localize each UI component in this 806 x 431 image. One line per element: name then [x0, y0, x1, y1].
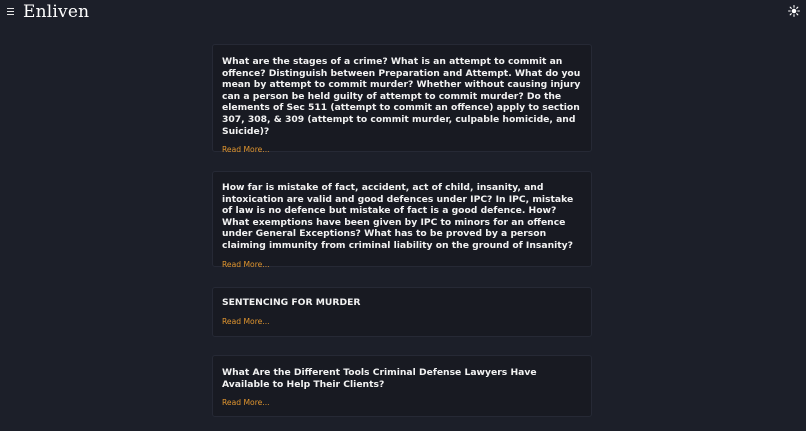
post-title[interactable]: What are the stages of a crime? What is …: [222, 56, 582, 137]
sun-icon[interactable]: [788, 5, 800, 17]
post-title[interactable]: SENTENCING FOR MURDER: [222, 297, 582, 309]
read-more-link[interactable]: Read More...: [222, 260, 270, 270]
post-card: SENTENCING FOR MURDER Read More...: [212, 287, 592, 337]
site-brand[interactable]: Enliven: [23, 0, 89, 24]
read-more-link[interactable]: Read More...: [222, 398, 270, 408]
post-card: What Are the Different Tools Criminal De…: [212, 355, 592, 417]
read-more-link[interactable]: Read More...: [222, 145, 270, 155]
post-title[interactable]: How far is mistake of fact, accident, ac…: [222, 182, 582, 252]
post-card: How far is mistake of fact, accident, ac…: [212, 171, 592, 270]
hamburger-menu-icon[interactable]: [7, 5, 17, 17]
top-navbar: Enliven: [0, 0, 806, 26]
post-title[interactable]: What Are the Different Tools Criminal De…: [222, 367, 582, 390]
read-more-link[interactable]: Read More...: [222, 317, 270, 327]
post-card: What are the stages of a crime? What is …: [212, 44, 592, 155]
